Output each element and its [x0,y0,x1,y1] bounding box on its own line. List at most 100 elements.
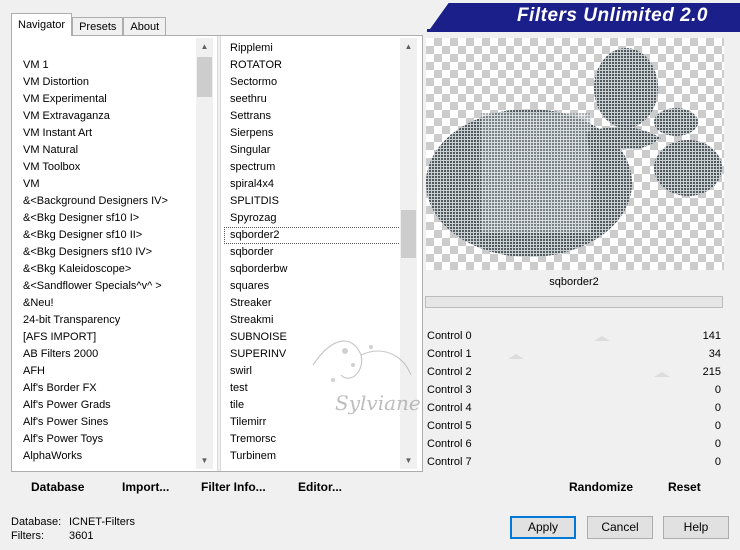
filter-list-item[interactable]: SPLITDIS [224,193,417,210]
tab-navigator[interactable]: Navigator [11,13,73,36]
filter-list-item[interactable]: Singular [224,142,417,159]
chevron-up-icon[interactable]: ▲ [400,38,417,55]
category-list-item[interactable]: Alf's Power Sines [14,414,212,431]
filter-list-item[interactable]: swirl [224,363,417,380]
category-list-item[interactable]: VM Experimental [14,91,212,108]
filter-list-item[interactable]: Turbinem [224,448,417,465]
category-list[interactable]: VM 1 VM Distortion VM Experimental VM Extra… [14,38,212,469]
control-slider[interactable] [489,336,694,341]
category-list-item[interactable]: Alf's Power Grads [14,397,212,414]
category-list-item[interactable]: VM [14,176,212,193]
category-list-item[interactable]: VM 1 [14,57,212,74]
filter-info-button[interactable]: Filter Info... [201,480,266,494]
filter-list-item[interactable]: sqborder2 [224,227,417,244]
filter-list-item[interactable]: tile [224,397,417,414]
filter-list-item[interactable]: ROTATOR [224,57,417,74]
category-list-item[interactable]: VM Extravaganza [14,108,212,125]
filter-list-item[interactable]: Spyrozag [224,210,417,227]
category-list-item[interactable]: AB Filters 2000 [14,346,212,363]
import-button[interactable]: Import... [122,480,169,494]
category-list-item[interactable]: &<Sandflower Specials^v^ > [14,278,212,295]
filter-list-item[interactable]: sqborderbw [224,261,417,278]
control-value: 141 [702,330,721,342]
filter-list-item[interactable]: SUPERINV [224,346,417,363]
control-slider[interactable] [489,412,694,413]
control-slider[interactable] [489,448,694,449]
category-list-item[interactable]: AlphaWorks [14,448,212,465]
control-slider[interactable] [489,354,694,359]
control-label: Control 0 [427,330,472,342]
control-label: Control 3 [427,384,472,396]
control-row[interactable]: Control 1 34 [424,346,724,364]
filter-list-item[interactable]: seethru [224,91,417,108]
filter-list[interactable]: Ripplemi ROTATOR Sectormo seethru Settrans Si… [224,38,417,469]
control-label: Control 5 [427,420,472,432]
chevron-down-icon[interactable]: ▼ [400,452,417,469]
filter-list-item[interactable]: Streaker [224,295,417,312]
filter-scroll-thumb[interactable] [401,210,416,258]
control-slider[interactable] [489,430,694,431]
filter-list-item[interactable]: Tilemirr [224,414,417,431]
category-list-item[interactable]: VM Distortion [14,74,212,91]
category-list-item[interactable]: Alf's Border FX [14,380,212,397]
category-list-item[interactable]: &<Background Designers IV> [14,193,212,210]
control-row[interactable]: Control 5 0 [424,418,724,436]
category-scroll-thumb[interactable] [197,57,212,97]
slider-thumb[interactable] [653,372,670,377]
category-list-item[interactable]: 24-bit Transparency [14,312,212,329]
filter-list-item[interactable]: Ripplemi [224,40,417,57]
apply-button[interactable]: Apply [510,516,576,539]
randomize-button[interactable]: Randomize [569,480,633,494]
control-row[interactable]: Control 0 141 [424,328,724,346]
filter-list-item[interactable]: Tremorsc [224,431,417,448]
cancel-button[interactable]: Cancel [587,516,653,539]
filter-list-item[interactable]: Sectormo [224,74,417,91]
category-list-item[interactable]: VM Natural [14,142,212,159]
control-row[interactable]: Control 6 0 [424,436,724,454]
category-list-item[interactable]: VM Instant Art [14,125,212,142]
tab-presets[interactable]: Presets [72,17,124,36]
reset-button[interactable]: Reset [668,480,701,494]
preview-shape [426,48,722,257]
category-list-item[interactable]: &<Bkg Kaleidoscope> [14,261,212,278]
category-scrollbar[interactable]: ▲ ▼ [196,38,213,469]
control-slider[interactable] [489,372,694,377]
control-value: 0 [714,456,721,468]
filter-list-item[interactable]: Sierpens [224,125,417,142]
filter-scrollbar[interactable]: ▲ ▼ [400,38,417,469]
control-row[interactable]: Control 3 0 [424,382,724,400]
category-list-item[interactable]: Alf's Power Toys [14,431,212,448]
control-row[interactable]: Control 2 215 [424,364,724,382]
control-row[interactable]: Control 4 0 [424,400,724,418]
database-button[interactable]: Database [31,480,84,494]
filter-list-item[interactable]: Streakmi [224,312,417,329]
filter-list-item[interactable]: squares [224,278,417,295]
editor-button[interactable]: Editor... [298,480,342,494]
control-label: Control 4 [427,402,472,414]
filters-label: Filters: [11,530,44,542]
filter-list-item[interactable]: Settrans [224,108,417,125]
category-list-item[interactable]: &<Bkg Designer sf10 I> [14,210,212,227]
category-list-item[interactable]: &Neu! [14,295,212,312]
chevron-down-icon[interactable]: ▼ [196,452,213,469]
slider-thumb[interactable] [594,336,611,341]
help-button[interactable]: Help [663,516,729,539]
filter-list-item[interactable]: sqborder [224,244,417,261]
control-slider[interactable] [489,466,694,467]
banner-stripe [427,29,740,32]
tab-about[interactable]: About [123,17,167,36]
category-list-item[interactable]: VM Toolbox [14,159,212,176]
control-row[interactable]: Control 7 0 [424,454,724,472]
control-slider[interactable] [489,394,694,395]
chevron-up-icon[interactable]: ▲ [196,38,213,55]
category-list-item[interactable]: AFH [14,363,212,380]
slider-thumb[interactable] [508,354,525,359]
control-value: 215 [702,366,721,378]
category-list-item[interactable]: [AFS IMPORT] [14,329,212,346]
category-list-item[interactable]: &<Bkg Designers sf10 IV> [14,244,212,261]
category-list-item[interactable]: &<Bkg Designer sf10 II> [14,227,212,244]
filter-list-item[interactable]: test [224,380,417,397]
filter-list-item[interactable]: spectrum [224,159,417,176]
filter-list-item[interactable]: spiral4x4 [224,176,417,193]
filter-list-item[interactable]: SUBNOISE [224,329,417,346]
